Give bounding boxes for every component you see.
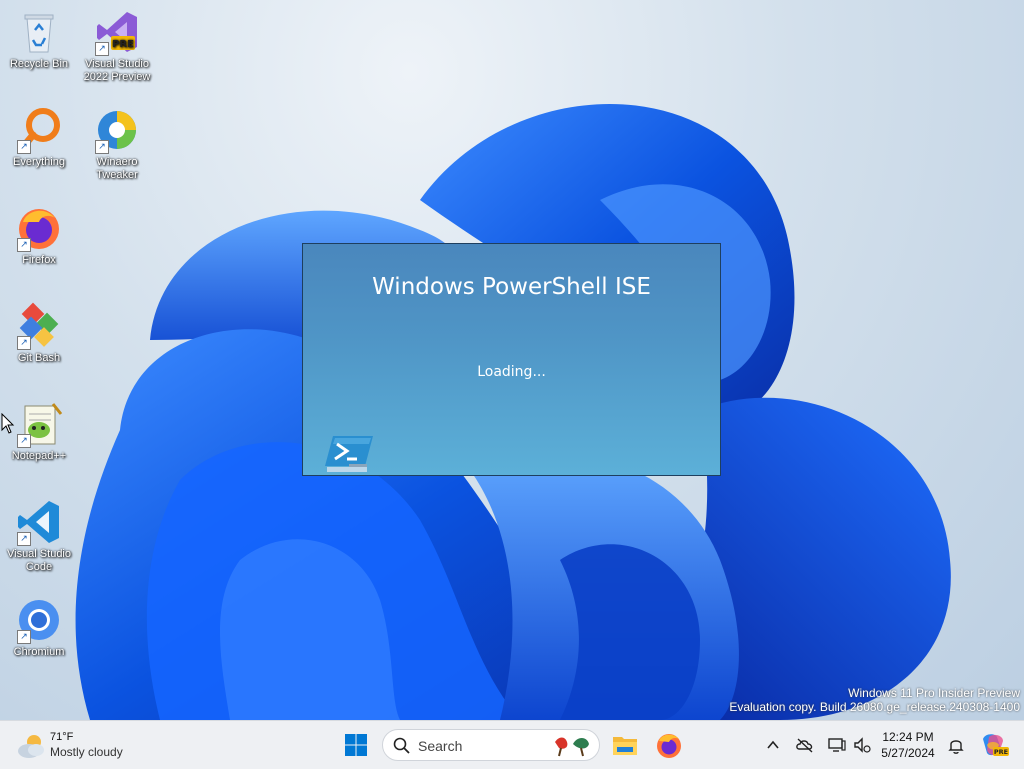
shortcut-arrow-icon: ↗: [17, 434, 31, 448]
shortcut-arrow-icon: ↗: [17, 238, 31, 252]
desktop-icon-label: Git Bash: [17, 352, 61, 364]
desktop-icon-label: Visual Studio 2022 Preview: [83, 58, 151, 83]
copilot-button[interactable]: PRE: [975, 727, 1011, 763]
search-label: Search: [418, 738, 463, 754]
winaero-tweaker-icon: ↗: [93, 106, 141, 154]
search-icon: [393, 737, 410, 754]
desktop-icon-label: Chromium: [13, 646, 65, 658]
desktop-icon-label: Notepad++: [11, 450, 67, 462]
firefox-icon: ↗: [15, 204, 63, 252]
desktop: Recycle Bin PRE ↗ Visual Studio 2022 Pre…: [0, 0, 1024, 720]
shortcut-arrow-icon: ↗: [95, 140, 109, 154]
taskbar-search[interactable]: Search: [382, 729, 600, 761]
taskbar: 71°F Mostly cloudy Search 12:24 PM 5/27/…: [0, 720, 1024, 769]
watermark-build: Evaluation copy. Build 26080.ge_release.…: [729, 700, 1020, 714]
shortcut-arrow-icon: ↗: [17, 630, 31, 644]
desktop-icon-visual-studio[interactable]: PRE ↗ Visual Studio 2022 Preview: [79, 8, 155, 84]
volume-muted-icon[interactable]: [852, 735, 872, 755]
notification-bell-icon[interactable]: [946, 735, 966, 755]
desktop-icon-label: Firefox: [22, 254, 56, 266]
shortcut-arrow-icon: ↗: [17, 336, 31, 350]
start-button[interactable]: [338, 727, 374, 763]
firefox-taskbar-button[interactable]: [651, 727, 687, 763]
pre-badge: PRE: [112, 39, 134, 50]
clock-date: 5/27/2024: [881, 746, 935, 760]
watermark-edition: Windows 11 Pro Insider Preview: [848, 686, 1020, 700]
desktop-icon-label: Everything: [13, 156, 65, 168]
file-explorer-button[interactable]: [607, 727, 643, 763]
everything-search-icon: ↗: [15, 106, 63, 154]
desktop-icon-vscode[interactable]: ↗ Visual Studio Code: [1, 498, 77, 574]
desktop-icon-winaero-tweaker[interactable]: ↗ Winaero Tweaker: [79, 106, 155, 182]
powershell-ise-icon: [325, 436, 373, 472]
svg-text:PRE: PRE: [994, 748, 1008, 756]
chromium-icon: ↗: [15, 596, 63, 644]
partly-cloudy-icon: [18, 735, 44, 758]
clock-time: 12:24 PM: [882, 730, 934, 744]
notepad-plus-plus-icon: ↗: [15, 400, 63, 448]
splash-loading-text: Loading...: [477, 364, 546, 380]
system-clock[interactable]: 12:24 PM 5/27/2024: [872, 729, 944, 761]
recycle-bin-icon: [15, 8, 63, 56]
desktop-icon-chromium[interactable]: ↗ Chromium: [1, 596, 77, 659]
vscode-icon: ↗: [15, 498, 63, 546]
desktop-icon-label: Recycle Bin: [9, 58, 69, 70]
desktop-icon-label: Winaero Tweaker: [96, 156, 138, 181]
desktop-icon-everything[interactable]: ↗ Everything: [1, 106, 77, 169]
weather-condition: Mostly cloudy: [50, 745, 123, 759]
git-bash-icon: ↗: [15, 302, 63, 350]
visual-studio-icon: PRE ↗: [93, 8, 141, 56]
desktop-icon-git-bash[interactable]: ↗ Git Bash: [1, 302, 77, 365]
folder-icon: [613, 737, 637, 755]
shortcut-arrow-icon: ↗: [17, 140, 31, 154]
desktop-icon-recycle-bin[interactable]: Recycle Bin: [1, 8, 77, 71]
search-highlight-icon: [555, 737, 589, 757]
weather-widget[interactable]: 71°F Mostly cloudy: [16, 730, 146, 762]
shortcut-arrow-icon: ↗: [95, 42, 109, 56]
onedrive-offline-icon[interactable]: [795, 735, 815, 755]
shortcut-arrow-icon: ↗: [17, 532, 31, 546]
mouse-cursor-icon: [1, 413, 15, 434]
firefox-icon: [657, 734, 681, 758]
desktop-icon-firefox[interactable]: ↗ Firefox: [1, 204, 77, 267]
evaluation-watermark: Windows 11 Pro Insider Preview Evaluatio…: [729, 686, 1020, 714]
copilot-icon: PRE: [983, 734, 1009, 756]
desktop-icon-label: Visual Studio Code: [6, 548, 71, 573]
network-icon[interactable]: [827, 735, 847, 755]
powershell-ise-splash: Windows PowerShell ISE Loading...: [302, 243, 721, 476]
splash-title: Windows PowerShell ISE: [372, 274, 651, 300]
chevron-up-icon[interactable]: [763, 735, 783, 755]
weather-temperature: 71°F: [50, 731, 74, 743]
windows-logo-icon: [345, 734, 367, 756]
